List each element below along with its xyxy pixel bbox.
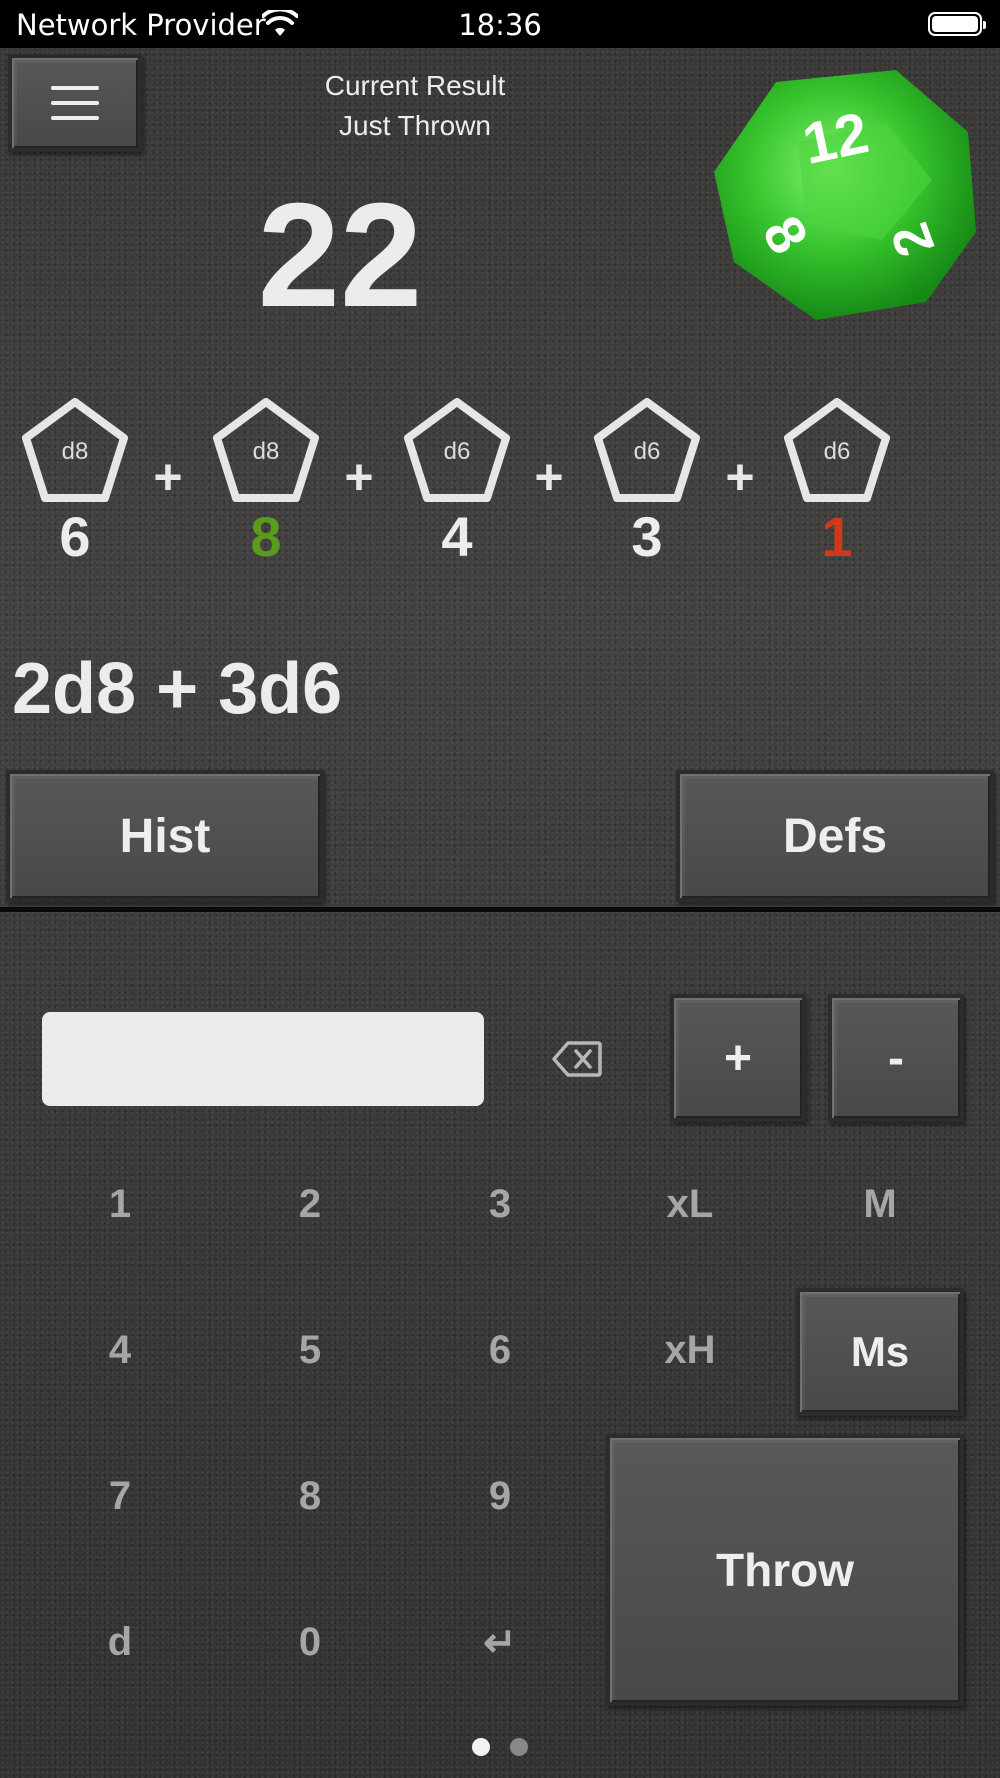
status-time: 18:36 [458,8,542,42]
dice-type-label: d6 [443,438,471,465]
throw-button[interactable]: Throw [606,1434,964,1706]
ms-button[interactable]: Ms [796,1288,964,1416]
key-8[interactable]: 8 [250,1474,370,1519]
green-d12-die-icon: 12 8 2 [714,70,976,320]
current-result-title: Current Result [324,70,506,101]
dice-result-5: d6 1 [778,396,898,568]
key-d[interactable]: d [60,1620,180,1665]
key-9[interactable]: 9 [440,1474,560,1519]
dice-expression: 2d8 + 3d6 [12,649,343,729]
minus-key-button[interactable]: - [828,994,964,1122]
dice-type-label: d8 [252,438,280,465]
page-indicator [0,1738,1000,1758]
menu-button[interactable] [8,54,142,152]
backspace-icon[interactable] [552,1040,602,1078]
plus-sign: + [344,449,374,505]
key-2[interactable]: 2 [250,1182,370,1227]
return-key[interactable]: ↵ [440,1620,560,1666]
plus-sign: + [725,449,755,505]
key-4[interactable]: 4 [60,1328,180,1373]
die-face-12: 12 [797,100,874,177]
key-5[interactable]: 5 [250,1328,370,1373]
section-divider [0,907,1000,912]
dice-value: 8 [250,505,282,568]
key-1[interactable]: 1 [60,1182,180,1227]
dice-result-1: d8 6 [16,396,136,568]
dice-entry-field[interactable] [42,1012,484,1106]
key-xh[interactable]: xH [630,1328,750,1373]
dice-value: 1 [821,505,853,568]
page-dot[interactable] [510,1738,528,1756]
current-result-label: Current Result Just Thrown [230,66,600,146]
page-dot-active[interactable] [472,1738,490,1756]
key-m[interactable]: M [820,1182,940,1227]
battery-icon [928,12,986,36]
key-6[interactable]: 6 [440,1328,560,1373]
definitions-button[interactable]: Defs [676,770,994,902]
dice-type-label: d6 [633,438,661,465]
hamburger-icon [51,86,99,120]
dice-value: 4 [441,505,473,568]
dice-result-3: d6 4 [398,396,518,568]
plus-sign: + [534,449,564,505]
result-total: 22 [257,173,423,338]
key-3[interactable]: 3 [440,1182,560,1227]
key-0[interactable]: 0 [250,1620,370,1665]
plus-key-button[interactable]: + [670,994,806,1122]
dice-type-label: d8 [61,438,89,465]
plus-sign: + [153,449,183,505]
dice-result-4: d6 3 [588,396,708,568]
dice-value: 3 [631,505,663,568]
dice-type-label: d6 [823,438,851,465]
dice-value: 6 [59,505,91,568]
key-xl[interactable]: xL [630,1182,750,1227]
key-7[interactable]: 7 [60,1474,180,1519]
current-result-subtitle: Just Thrown [339,110,491,141]
history-button[interactable]: Hist [6,770,324,902]
dice-result-2: d8 8 [207,396,327,568]
